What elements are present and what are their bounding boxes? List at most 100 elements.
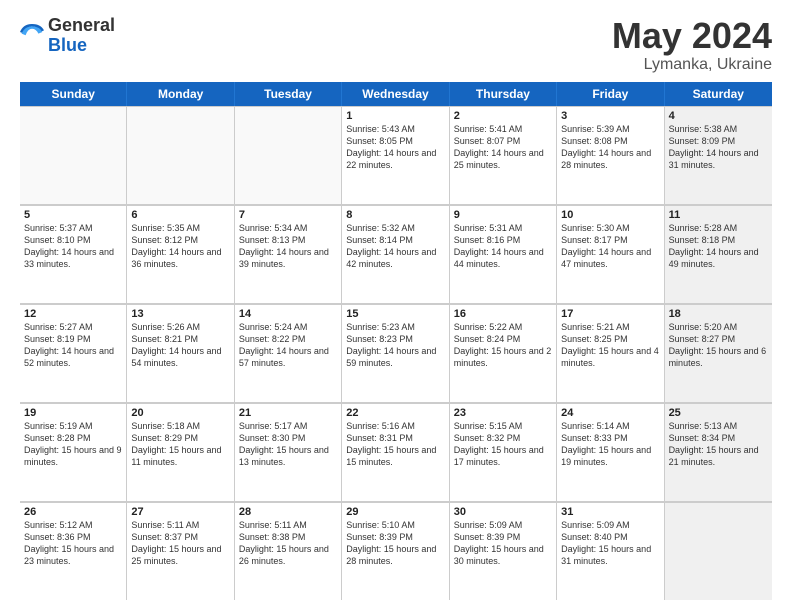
title-block: May 2024 Lymanka, Ukraine [612,16,772,74]
day-number: 20 [131,407,229,419]
cal-day-31: 31Sunrise: 5:09 AM Sunset: 8:40 PM Dayli… [557,502,664,600]
day-number: 12 [24,308,122,320]
day-number: 18 [669,308,768,320]
day-number: 8 [346,209,444,221]
day-number: 26 [24,506,122,518]
day-number: 9 [454,209,552,221]
day-info: Sunrise: 5:14 AM Sunset: 8:33 PM Dayligh… [561,420,659,469]
cal-empty-0-2 [235,106,342,204]
day-info: Sunrise: 5:22 AM Sunset: 8:24 PM Dayligh… [454,321,552,370]
cal-day-19: 19Sunrise: 5:19 AM Sunset: 8:28 PM Dayli… [20,403,127,501]
day-number: 27 [131,506,229,518]
cal-day-6: 6Sunrise: 5:35 AM Sunset: 8:12 PM Daylig… [127,205,234,303]
day-number: 16 [454,308,552,320]
calendar-header: SundayMondayTuesdayWednesdayThursdayFrid… [20,82,772,106]
day-info: Sunrise: 5:31 AM Sunset: 8:16 PM Dayligh… [454,222,552,271]
day-number: 17 [561,308,659,320]
cal-day-21: 21Sunrise: 5:17 AM Sunset: 8:30 PM Dayli… [235,403,342,501]
cal-day-4: 4Sunrise: 5:38 AM Sunset: 8:09 PM Daylig… [665,106,772,204]
day-info: Sunrise: 5:17 AM Sunset: 8:30 PM Dayligh… [239,420,337,469]
day-number: 21 [239,407,337,419]
day-number: 13 [131,308,229,320]
cal-day-11: 11Sunrise: 5:28 AM Sunset: 8:18 PM Dayli… [665,205,772,303]
cal-day-9: 9Sunrise: 5:31 AM Sunset: 8:16 PM Daylig… [450,205,557,303]
day-number: 29 [346,506,444,518]
cal-day-24: 24Sunrise: 5:14 AM Sunset: 8:33 PM Dayli… [557,403,664,501]
main-title: May 2024 [612,16,772,56]
cal-empty-4-6 [665,502,772,600]
day-number: 15 [346,308,444,320]
day-info: Sunrise: 5:37 AM Sunset: 8:10 PM Dayligh… [24,222,122,271]
cal-day-16: 16Sunrise: 5:22 AM Sunset: 8:24 PM Dayli… [450,304,557,402]
day-info: Sunrise: 5:11 AM Sunset: 8:38 PM Dayligh… [239,519,337,568]
cal-day-18: 18Sunrise: 5:20 AM Sunset: 8:27 PM Dayli… [665,304,772,402]
day-number: 25 [669,407,768,419]
day-info: Sunrise: 5:27 AM Sunset: 8:19 PM Dayligh… [24,321,122,370]
day-number: 1 [346,110,444,122]
calendar-week-2: 5Sunrise: 5:37 AM Sunset: 8:10 PM Daylig… [20,205,772,304]
subtitle: Lymanka, Ukraine [612,56,772,74]
day-info: Sunrise: 5:09 AM Sunset: 8:40 PM Dayligh… [561,519,659,568]
day-info: Sunrise: 5:41 AM Sunset: 8:07 PM Dayligh… [454,123,552,172]
day-number: 24 [561,407,659,419]
day-info: Sunrise: 5:12 AM Sunset: 8:36 PM Dayligh… [24,519,122,568]
day-number: 31 [561,506,659,518]
day-number: 4 [669,110,768,122]
day-info: Sunrise: 5:13 AM Sunset: 8:34 PM Dayligh… [669,420,768,469]
day-number: 19 [24,407,122,419]
header-day-thursday: Thursday [450,82,557,106]
calendar-week-1: 1Sunrise: 5:43 AM Sunset: 8:05 PM Daylig… [20,106,772,205]
cal-day-14: 14Sunrise: 5:24 AM Sunset: 8:22 PM Dayli… [235,304,342,402]
cal-day-3: 3Sunrise: 5:39 AM Sunset: 8:08 PM Daylig… [557,106,664,204]
logo-blue: Blue [48,36,115,56]
day-number: 10 [561,209,659,221]
cal-day-25: 25Sunrise: 5:13 AM Sunset: 8:34 PM Dayli… [665,403,772,501]
logo-icon [20,24,44,48]
day-number: 3 [561,110,659,122]
cal-day-28: 28Sunrise: 5:11 AM Sunset: 8:38 PM Dayli… [235,502,342,600]
header-day-sunday: Sunday [20,82,127,106]
day-number: 22 [346,407,444,419]
calendar-body: 1Sunrise: 5:43 AM Sunset: 8:05 PM Daylig… [20,106,772,600]
header-day-saturday: Saturday [665,82,772,106]
day-info: Sunrise: 5:32 AM Sunset: 8:14 PM Dayligh… [346,222,444,271]
cal-day-22: 22Sunrise: 5:16 AM Sunset: 8:31 PM Dayli… [342,403,449,501]
day-info: Sunrise: 5:20 AM Sunset: 8:27 PM Dayligh… [669,321,768,370]
cal-day-12: 12Sunrise: 5:27 AM Sunset: 8:19 PM Dayli… [20,304,127,402]
day-info: Sunrise: 5:18 AM Sunset: 8:29 PM Dayligh… [131,420,229,469]
cal-day-15: 15Sunrise: 5:23 AM Sunset: 8:23 PM Dayli… [342,304,449,402]
day-info: Sunrise: 5:10 AM Sunset: 8:39 PM Dayligh… [346,519,444,568]
day-number: 2 [454,110,552,122]
header: General Blue May 2024 Lymanka, Ukraine [20,16,772,74]
page: General Blue May 2024 Lymanka, Ukraine S… [0,0,792,612]
day-number: 30 [454,506,552,518]
cal-day-10: 10Sunrise: 5:30 AM Sunset: 8:17 PM Dayli… [557,205,664,303]
day-info: Sunrise: 5:43 AM Sunset: 8:05 PM Dayligh… [346,123,444,172]
cal-day-30: 30Sunrise: 5:09 AM Sunset: 8:39 PM Dayli… [450,502,557,600]
day-number: 11 [669,209,768,221]
day-info: Sunrise: 5:30 AM Sunset: 8:17 PM Dayligh… [561,222,659,271]
calendar-week-3: 12Sunrise: 5:27 AM Sunset: 8:19 PM Dayli… [20,304,772,403]
day-info: Sunrise: 5:26 AM Sunset: 8:21 PM Dayligh… [131,321,229,370]
header-day-tuesday: Tuesday [235,82,342,106]
day-number: 7 [239,209,337,221]
calendar: SundayMondayTuesdayWednesdayThursdayFrid… [20,82,772,600]
logo-general: General [48,16,115,36]
cal-day-27: 27Sunrise: 5:11 AM Sunset: 8:37 PM Dayli… [127,502,234,600]
day-number: 5 [24,209,122,221]
header-day-monday: Monday [127,82,234,106]
day-number: 6 [131,209,229,221]
cal-day-26: 26Sunrise: 5:12 AM Sunset: 8:36 PM Dayli… [20,502,127,600]
day-info: Sunrise: 5:19 AM Sunset: 8:28 PM Dayligh… [24,420,122,469]
day-info: Sunrise: 5:09 AM Sunset: 8:39 PM Dayligh… [454,519,552,568]
calendar-week-5: 26Sunrise: 5:12 AM Sunset: 8:36 PM Dayli… [20,502,772,600]
day-number: 14 [239,308,337,320]
cal-day-13: 13Sunrise: 5:26 AM Sunset: 8:21 PM Dayli… [127,304,234,402]
day-info: Sunrise: 5:21 AM Sunset: 8:25 PM Dayligh… [561,321,659,370]
header-day-wednesday: Wednesday [342,82,449,106]
day-info: Sunrise: 5:35 AM Sunset: 8:12 PM Dayligh… [131,222,229,271]
cal-day-17: 17Sunrise: 5:21 AM Sunset: 8:25 PM Dayli… [557,304,664,402]
day-number: 28 [239,506,337,518]
day-number: 23 [454,407,552,419]
cal-empty-0-0 [20,106,127,204]
